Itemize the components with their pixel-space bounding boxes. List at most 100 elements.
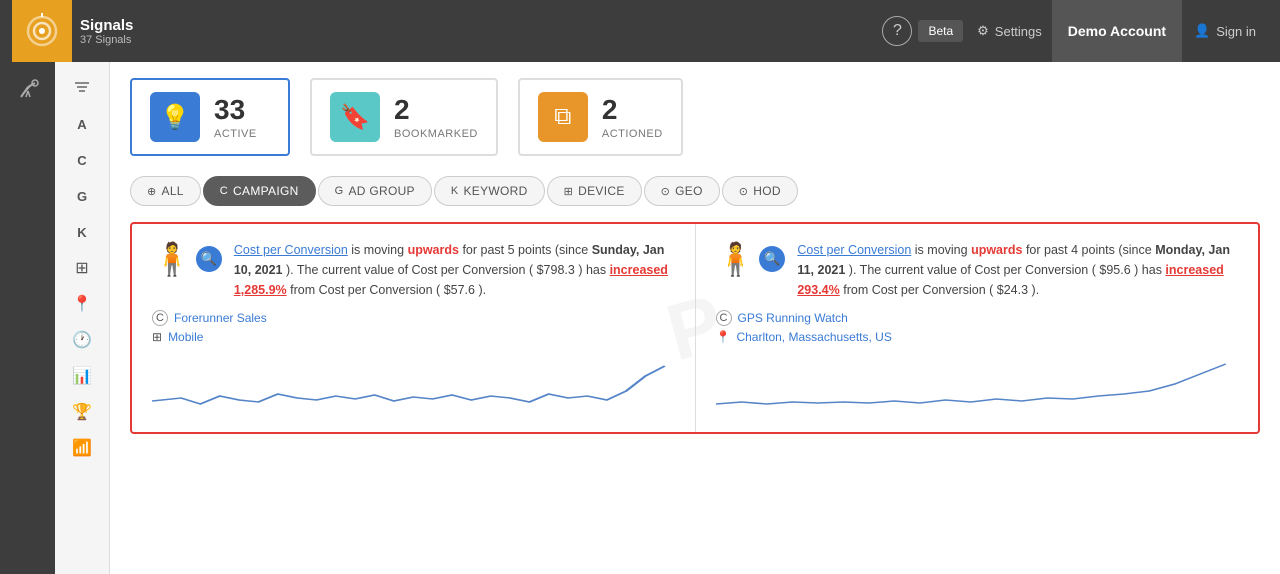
signal-1-device: ⊞ Mobile bbox=[152, 330, 675, 344]
signal-2-icons: 🧍 🔍 bbox=[716, 240, 786, 278]
sidebar-dark-telescope[interactable] bbox=[10, 72, 46, 108]
geo-icon: 📍 bbox=[716, 330, 731, 344]
signal-2-geo-label: Charlton, Massachusetts, US bbox=[736, 330, 891, 344]
tab-geo-icon: ⊙ bbox=[661, 185, 671, 198]
signal-2-geo: 📍 Charlton, Massachusetts, US bbox=[716, 330, 1239, 344]
stat-card-actioned[interactable]: ⧉ 2 Actioned bbox=[518, 78, 683, 156]
campaign-icon: C bbox=[152, 310, 168, 326]
content-area: 💡 33 Active 🔖 2 Bookmarked ⧉ 2 Actioned bbox=[110, 62, 1280, 574]
sidebar-item-k[interactable]: K bbox=[61, 216, 103, 248]
signal-1-campaign-label: Forerunner Sales bbox=[174, 311, 267, 325]
sidebar-signal-icon[interactable]: 📶 bbox=[61, 432, 103, 464]
topnav: Signals 37 Signals ? Beta ⚙ Settings Dem… bbox=[0, 0, 1280, 62]
tab-device[interactable]: ⊞ Device bbox=[547, 176, 642, 206]
tab-campaign-icon: C bbox=[220, 185, 228, 197]
signal-1-person-icon: 🧍 bbox=[152, 240, 192, 278]
tab-hod-icon: ⊙ bbox=[739, 185, 749, 198]
signal-2-current-value: $95.6 bbox=[1099, 263, 1130, 277]
stat-cards: 💡 33 Active 🔖 2 Bookmarked ⧉ 2 Actioned bbox=[130, 78, 1260, 156]
tab-keyword-label: Keyword bbox=[464, 184, 528, 198]
logo[interactable] bbox=[12, 0, 72, 62]
tab-adgroup[interactable]: G Ad Group bbox=[318, 176, 432, 206]
actioned-label: Actioned bbox=[602, 128, 663, 140]
brand-subtitle: 37 Signals bbox=[80, 34, 133, 46]
tab-campaign[interactable]: C Campaign bbox=[203, 176, 316, 206]
stat-card-bookmarked[interactable]: 🔖 2 Bookmarked bbox=[310, 78, 498, 156]
signal-2-base-value: $24.3 bbox=[997, 283, 1028, 297]
sidebar-item-c[interactable]: C bbox=[61, 144, 103, 176]
sidebar-pin-icon[interactable]: 📍 bbox=[61, 288, 103, 320]
sidebar-filter-icon[interactable] bbox=[61, 72, 103, 104]
filter-icon bbox=[73, 79, 91, 97]
account-button[interactable]: Demo Account bbox=[1052, 0, 1182, 62]
signal-2-campaign: C GPS Running Watch bbox=[716, 310, 1239, 326]
signal-card-1-text: Cost per Conversion is moving upwards fo… bbox=[234, 240, 675, 300]
account-label: Demo Account bbox=[1068, 23, 1166, 39]
signin-button[interactable]: 👤 Sign in bbox=[1182, 17, 1268, 45]
beta-badge: Beta bbox=[918, 20, 963, 42]
sidebar-light: A C G K ⊞ 📍 🕐 📊 🏆 📶 bbox=[55, 62, 110, 574]
sidebar-device-icon[interactable]: ⊞ bbox=[61, 252, 103, 284]
tab-hod-label: HoD bbox=[753, 184, 781, 198]
signal-container: P 🧍 🔍 Cost per Conversion is moving upwa… bbox=[130, 222, 1260, 434]
signal-2-meta: C GPS Running Watch 📍 Charlton, Massachu… bbox=[716, 310, 1239, 344]
signal-1-icons: 🧍 🔍 bbox=[152, 240, 222, 278]
signal-2-direction: upwards bbox=[971, 243, 1022, 257]
signal-2-sparkline bbox=[716, 356, 1239, 416]
bookmarked-icon: 🔖 bbox=[330, 92, 380, 142]
sidebar-chart-icon[interactable]: 📊 bbox=[61, 360, 103, 392]
signal-1-sparkline bbox=[152, 356, 675, 416]
tab-all-icon: ⊕ bbox=[147, 185, 157, 198]
main-layout: A C G K ⊞ 📍 🕐 📊 🏆 📶 💡 33 Active 🔖 2 bbox=[0, 62, 1280, 574]
signal-1-metric-link[interactable]: Cost per Conversion bbox=[234, 243, 348, 257]
active-count: 33 bbox=[214, 94, 257, 126]
signal-1-meta: C Forerunner Sales ⊞ Mobile bbox=[152, 310, 675, 344]
tab-keyword[interactable]: K Keyword bbox=[434, 176, 545, 206]
signal-1-base-value: $57.6 bbox=[444, 283, 475, 297]
signal-2-search-icon: 🔍 bbox=[759, 246, 785, 272]
tab-all[interactable]: ⊕ All bbox=[130, 176, 201, 206]
signal-card-2-header: 🧍 🔍 Cost per Conversion is moving upward… bbox=[716, 240, 1239, 300]
signal-card-1: 🧍 🔍 Cost per Conversion is moving upward… bbox=[132, 224, 696, 432]
signal-2-person-icon: 🧍 bbox=[716, 240, 756, 278]
active-label: Active bbox=[214, 128, 257, 140]
tab-geo[interactable]: ⊙ Geo bbox=[644, 176, 720, 206]
sidebar-clock-icon[interactable]: 🕐 bbox=[61, 324, 103, 356]
signal-1-device-label: Mobile bbox=[168, 330, 203, 344]
tab-hod[interactable]: ⊙ HoD bbox=[722, 176, 798, 206]
signal-1-search-icon: 🔍 bbox=[196, 246, 222, 272]
bookmarked-label: Bookmarked bbox=[394, 128, 478, 140]
bookmarked-count: 2 bbox=[394, 94, 478, 126]
sidebar-dark bbox=[0, 62, 55, 574]
logo-icon bbox=[24, 13, 60, 49]
tabs-bar: ⊕ All C Campaign G Ad Group K Keyword ⊞ … bbox=[130, 176, 1260, 206]
tab-adgroup-icon: G bbox=[335, 185, 344, 197]
tab-device-icon: ⊞ bbox=[564, 185, 574, 198]
settings-label: Settings bbox=[995, 24, 1042, 39]
sidebar-item-g[interactable]: G bbox=[61, 180, 103, 212]
stat-card-active[interactable]: 💡 33 Active bbox=[130, 78, 290, 156]
settings-icon: ⚙ bbox=[977, 23, 989, 39]
signal-2-metric-link[interactable]: Cost per Conversion bbox=[797, 243, 911, 257]
actioned-icon: ⧉ bbox=[538, 92, 588, 142]
settings-button[interactable]: ⚙ Settings bbox=[967, 17, 1052, 45]
device-icon: ⊞ bbox=[152, 330, 162, 344]
signal-2-campaign-label: GPS Running Watch bbox=[738, 311, 848, 325]
signal-card-2-text: Cost per Conversion is moving upwards fo… bbox=[797, 240, 1238, 300]
brand: Signals 37 Signals bbox=[80, 17, 133, 46]
signin-label: Sign in bbox=[1216, 24, 1256, 39]
help-button[interactable]: ? bbox=[882, 16, 912, 46]
user-icon: 👤 bbox=[1194, 23, 1210, 39]
sidebar-trophy-icon[interactable]: 🏆 bbox=[61, 396, 103, 428]
sparkline-2-svg bbox=[716, 356, 1239, 416]
sparkline-1-svg bbox=[152, 356, 675, 416]
brand-title: Signals bbox=[80, 17, 133, 34]
campaign-icon-2: C bbox=[716, 310, 732, 326]
signal-1-current-value: $798.3 bbox=[537, 263, 575, 277]
tab-all-label: All bbox=[162, 184, 184, 198]
actioned-count: 2 bbox=[602, 94, 663, 126]
signal-1-campaign: C Forerunner Sales bbox=[152, 310, 675, 326]
sidebar-item-a[interactable]: A bbox=[61, 108, 103, 140]
tab-geo-label: Geo bbox=[675, 184, 703, 198]
telescope-icon bbox=[17, 79, 39, 101]
